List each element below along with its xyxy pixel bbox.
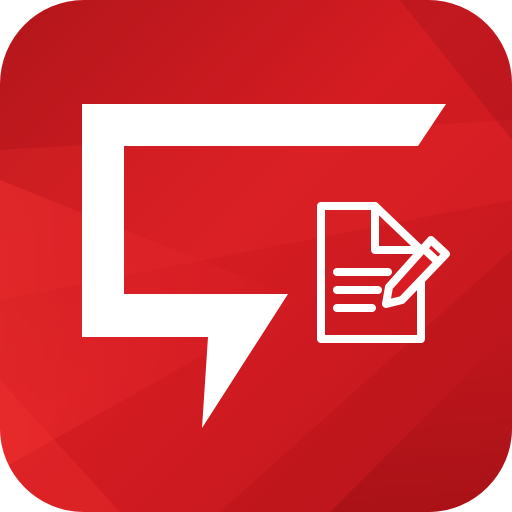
app-icon-graphic	[0, 0, 512, 512]
app-icon[interactable]	[0, 0, 512, 512]
